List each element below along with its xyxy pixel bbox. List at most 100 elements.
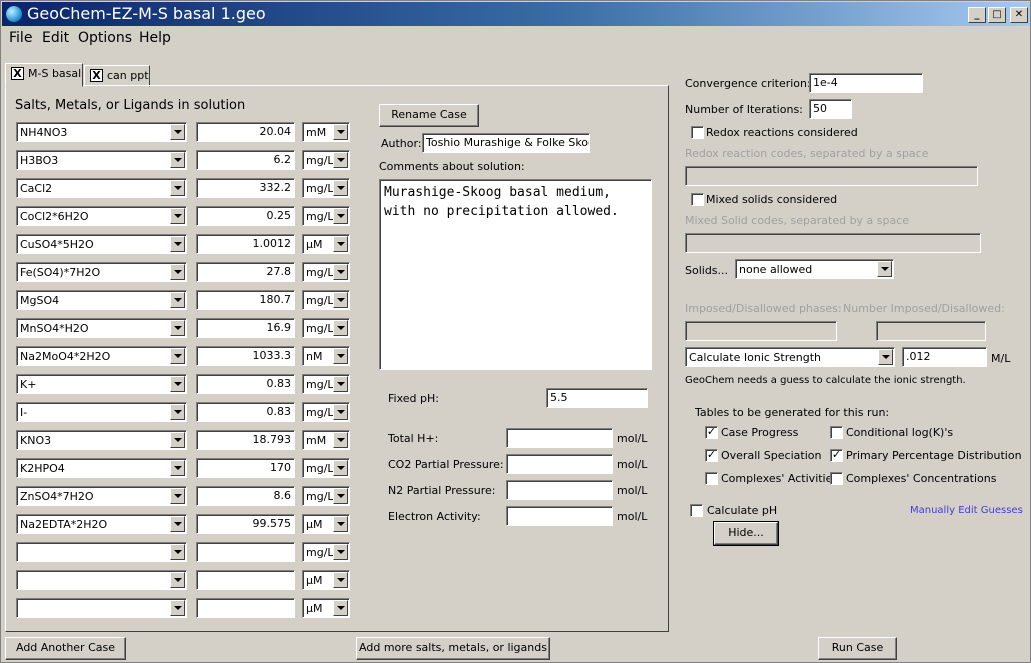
chevron-down-icon[interactable] [170,488,185,504]
close-button[interactable]: ✕ [1010,7,1028,23]
amount-field[interactable]: 1033.3 [196,346,295,366]
chevron-down-icon[interactable] [170,124,185,140]
salt-select[interactable]: MgSO4 [16,290,187,310]
chevron-down-icon[interactable] [170,264,185,280]
chevron-down-icon[interactable] [333,376,348,392]
chevron-down-icon[interactable] [333,236,348,252]
iterations-field[interactable]: 50 [809,99,852,119]
unit-select[interactable]: mM [302,430,350,450]
chevron-down-icon[interactable] [170,180,185,196]
unit-select[interactable]: mg/L [302,402,350,422]
chevron-down-icon[interactable] [333,460,348,476]
unit-select[interactable]: mg/L [302,290,350,310]
amount-field[interactable]: 20.04 [196,122,295,142]
fixed-ph-field[interactable]: 5.5 [546,388,648,408]
amount-field[interactable] [196,598,295,618]
amount-field[interactable] [196,542,295,562]
chevron-down-icon[interactable] [170,320,185,336]
chevron-down-icon[interactable] [170,516,185,532]
salt-select[interactable]: NH4NO3 [16,122,187,142]
menu-file[interactable]: File [9,29,32,47]
chevron-down-icon[interactable] [333,292,348,308]
salt-select[interactable]: CuSO4*5H2O [16,234,187,254]
unit-select[interactable]: mg/L [302,318,350,338]
chevron-down-icon[interactable] [333,432,348,448]
salt-select[interactable] [16,598,187,618]
unit-select[interactable]: mg/L [302,206,350,226]
amount-field[interactable]: 6.2 [196,150,295,170]
tab-close-checkbox[interactable]: X [11,67,24,80]
salt-select[interactable]: KNO3 [16,430,187,450]
chevron-down-icon[interactable] [170,208,185,224]
chevron-down-icon[interactable] [170,572,185,588]
chevron-down-icon[interactable] [333,516,348,532]
case-progress-checkbox[interactable]: ✓ [705,426,718,439]
salt-select[interactable]: H3BO3 [16,150,187,170]
chevron-down-icon[interactable] [333,488,348,504]
amount-field[interactable]: 170 [196,458,295,478]
chevron-down-icon[interactable] [333,544,348,560]
chevron-down-icon[interactable] [333,124,348,140]
unit-select[interactable]: µM [302,234,350,254]
amount-field[interactable]: 18.793 [196,430,295,450]
chevron-down-icon[interactable] [170,348,185,364]
primary-percentage-checkbox[interactable]: ✓ [830,449,843,462]
complexes-activities-checkbox[interactable] [705,472,718,485]
unit-select[interactable]: nM [302,346,350,366]
unit-select[interactable]: µM [302,598,350,618]
amount-field[interactable]: 332.2 [196,178,295,198]
author-field[interactable]: Toshio Murashige & Folke Skoog [422,133,590,153]
chevron-down-icon[interactable] [170,236,185,252]
co2-field[interactable] [506,454,613,474]
chevron-down-icon[interactable] [333,348,348,364]
ionic-strength-select[interactable]: Calculate Ionic Strength [685,347,895,367]
amount-field[interactable]: 1.0012 [196,234,295,254]
unit-select[interactable]: mg/L [302,262,350,282]
chevron-down-icon[interactable] [170,544,185,560]
salt-select[interactable]: K+ [16,374,187,394]
electron-field[interactable] [506,506,613,526]
solids-select[interactable]: none allowed [735,259,894,279]
chevron-down-icon[interactable] [170,600,185,616]
salt-select[interactable] [16,570,187,590]
chevron-down-icon[interactable] [333,600,348,616]
comments-textarea[interactable]: Murashige-Skoog basal medium, with no pr… [379,179,652,370]
chevron-down-icon[interactable] [333,572,348,588]
complexes-concentrations-checkbox[interactable] [830,472,843,485]
unit-select[interactable]: mg/L [302,458,350,478]
salt-select[interactable]: Fe(SO4)*7H2O [16,262,187,282]
salt-select[interactable]: CoCl2*6H2O [16,206,187,226]
chevron-down-icon[interactable] [333,208,348,224]
tab-can-ppt[interactable]: X can ppt [84,65,150,87]
amount-field[interactable] [196,570,295,590]
menu-edit[interactable]: Edit [42,29,69,47]
unit-select[interactable]: mg/L [302,486,350,506]
amount-field[interactable]: 0.83 [196,374,295,394]
unit-select[interactable]: mg/L [302,542,350,562]
convergence-field[interactable]: 1e-4 [809,73,923,93]
unit-select[interactable]: mg/L [302,178,350,198]
chevron-down-icon[interactable] [170,460,185,476]
chevron-down-icon[interactable] [333,320,348,336]
redox-checkbox[interactable] [691,126,704,139]
chevron-down-icon[interactable] [170,376,185,392]
chevron-down-icon[interactable] [333,180,348,196]
overall-speciation-checkbox[interactable]: ✓ [705,449,718,462]
chevron-down-icon[interactable] [333,152,348,168]
amount-field[interactable]: 16.9 [196,318,295,338]
amount-field[interactable]: 0.25 [196,206,295,226]
unit-select[interactable]: mg/L [302,150,350,170]
menu-options[interactable]: Options [78,29,132,47]
rename-case-button[interactable]: Rename Case [379,104,479,127]
minimize-button[interactable]: _ [968,7,986,23]
chevron-down-icon[interactable] [333,264,348,280]
amount-field[interactable]: 99.575 [196,514,295,534]
chevron-down-icon[interactable] [170,404,185,420]
add-more-salts-button[interactable]: Add more salts, metals, or ligands [356,637,550,660]
amount-field[interactable]: 180.7 [196,290,295,310]
salt-select[interactable]: Na2EDTA*2H2O [16,514,187,534]
chevron-down-icon[interactable] [170,432,185,448]
unit-select[interactable]: mM [302,122,350,142]
hide-button[interactable]: Hide... [713,521,779,546]
chevron-down-icon[interactable] [333,404,348,420]
